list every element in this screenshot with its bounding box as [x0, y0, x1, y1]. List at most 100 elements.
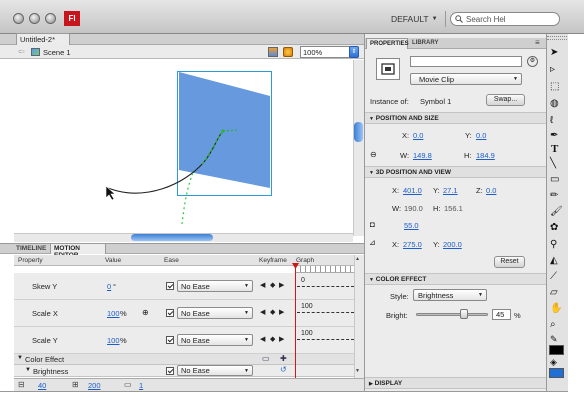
width-value[interactable]: 149.8	[413, 151, 432, 160]
brush-tool-icon[interactable]: 🖌	[550, 206, 563, 217]
next-keyframe-icon[interactable]: ▶	[279, 335, 284, 343]
perspective-value[interactable]: 55.0	[404, 221, 419, 230]
document-tab[interactable]: Untitled-2*	[16, 33, 70, 45]
pen-tool-icon[interactable]: ✒	[550, 130, 558, 141]
add-keyframe-icon[interactable]: ◆	[270, 335, 275, 343]
next-keyframe-icon[interactable]: ▶	[279, 308, 284, 316]
minimize-window-icon[interactable]	[29, 13, 40, 24]
ease-select[interactable]: No Ease ▼	[177, 334, 253, 346]
tab-motion-editor[interactable]: MOTION EDITOR	[50, 243, 106, 259]
lock-ratio-icon[interactable]: ⊖	[370, 150, 377, 159]
add-color-icon[interactable]: ✚	[280, 354, 287, 363]
prev-keyframe-icon[interactable]: ◀	[260, 335, 265, 343]
zoom-tool-icon[interactable]: ⌕	[550, 319, 556, 330]
tab-properties[interactable]: PROPERTIES	[366, 38, 409, 49]
property-value[interactable]: 100	[107, 336, 120, 345]
selection-tool-icon[interactable]: ➤	[550, 47, 558, 58]
graph-size-value[interactable]: 40	[38, 381, 46, 390]
ease-select[interactable]: No Ease ▼	[177, 307, 253, 319]
zoom-stepper-icon[interactable]: ⇕	[349, 46, 359, 58]
pos3d-x-value[interactable]: 401.0	[403, 186, 422, 195]
tab-library[interactable]: LIBRARY	[409, 38, 443, 49]
playhead[interactable]	[295, 264, 296, 378]
fill-color-swatch[interactable]	[549, 368, 564, 378]
stage-horizontal-scroll-thumb[interactable]	[131, 234, 213, 241]
prev-keyframe-icon[interactable]: ◀	[260, 281, 265, 289]
free-transform-tool-icon[interactable]: ⬚	[550, 81, 559, 92]
vanish-x-value[interactable]: 275.0	[403, 240, 422, 249]
section-header-color-effect[interactable]: ▼ COLOR EFFECT	[365, 273, 546, 285]
remove-color-icon[interactable]: ▭	[262, 354, 270, 363]
ease-select[interactable]: No Ease ▼	[177, 280, 253, 292]
add-keyframe-icon[interactable]: ◆	[270, 281, 275, 289]
stage-vertical-scrollbar[interactable]	[353, 60, 364, 236]
ease-checkbox[interactable]	[166, 367, 174, 375]
color-style-select[interactable]: Brightness ▼	[413, 289, 487, 301]
edit-symbol-icon[interactable]: ⚙	[527, 56, 538, 67]
property-value[interactable]: 100	[107, 309, 120, 318]
paint-bucket-tool-icon[interactable]: ◭	[550, 255, 558, 266]
3d-rotation-tool-icon[interactable]: ◍	[550, 98, 559, 109]
hand-tool-icon[interactable]: ✋	[550, 303, 562, 314]
pos-y-value[interactable]: 0.0	[476, 131, 486, 140]
ease-select[interactable]: No Ease ▼	[177, 365, 253, 376]
scroll-up-icon[interactable]: ▲	[355, 256, 360, 262]
property-category-color-effect[interactable]: ▼ Color Effect ▭ ✚	[14, 354, 354, 365]
section-header-3d-position[interactable]: ▼ 3D POSITION AND VIEW	[365, 166, 546, 178]
scroll-down-icon[interactable]: ▼	[355, 368, 360, 374]
eraser-tool-icon[interactable]: ▱	[550, 287, 558, 298]
rectangle-tool-icon[interactable]: ▭	[550, 174, 559, 185]
workspace-switcher[interactable]: DEFAULT ▼	[391, 13, 438, 25]
zoom-select[interactable]: 100%	[300, 46, 350, 58]
line-tool-icon[interactable]: ╲	[550, 158, 556, 169]
deco-tool-icon[interactable]: ✿	[550, 222, 558, 233]
search-help-field[interactable]: Search Hel	[450, 12, 560, 26]
brightness-slider-thumb[interactable]	[460, 309, 468, 319]
tab-timeline[interactable]: TIMELINE	[14, 244, 50, 254]
disclosure-triangle-icon[interactable]: ▼	[25, 367, 31, 373]
section-header-display[interactable]: ▶ DISPLAY	[365, 377, 546, 389]
swap-button[interactable]: Swap...	[486, 94, 525, 106]
ease-checkbox[interactable]	[166, 309, 174, 317]
tools-panel-grip[interactable]	[547, 36, 567, 40]
instance-behavior-select[interactable]: Movie Clip ▼	[410, 73, 522, 85]
pencil-tool-icon[interactable]: ✏	[550, 190, 558, 201]
add-keyframe-icon[interactable]: ◆	[270, 308, 275, 316]
brightness-slider-track[interactable]	[416, 313, 488, 316]
text-tool-icon[interactable]: T	[551, 143, 558, 155]
reset-button[interactable]: Reset	[494, 256, 525, 268]
ease-checkbox[interactable]	[166, 282, 174, 290]
stage-vertical-scroll-thumb[interactable]	[354, 122, 363, 142]
fill-color-icon[interactable]: ◈	[550, 357, 557, 368]
eyedropper-tool-icon[interactable]: ⟋	[550, 271, 557, 282]
pos-x-value[interactable]: 0.0	[413, 131, 423, 140]
pos3d-y-value[interactable]: 27.1	[443, 186, 458, 195]
edit-scene-icon[interactable]	[283, 47, 293, 57]
motion-editor-scrollbar[interactable]	[354, 255, 364, 378]
section-header-position-size[interactable]: ▼ POSITION AND SIZE	[365, 112, 546, 124]
back-arrow-icon[interactable]: ⇦	[18, 47, 25, 56]
zoom-window-icon[interactable]	[45, 13, 56, 24]
edit-symbols-icon[interactable]	[268, 47, 278, 57]
instance-name-field[interactable]	[410, 56, 522, 67]
stage[interactable]	[14, 60, 353, 236]
reset-values-icon[interactable]: ↺	[280, 365, 287, 374]
viewable-frames-value[interactable]: 1	[139, 381, 143, 390]
property-value[interactable]: 0	[107, 282, 111, 291]
panel-menu-icon[interactable]: ≡	[535, 38, 540, 47]
next-keyframe-icon[interactable]: ▶	[279, 281, 284, 289]
brightness-input[interactable]: 45	[492, 309, 511, 320]
vanish-y-value[interactable]: 200.0	[443, 240, 462, 249]
disclosure-triangle-icon[interactable]: ▼	[17, 355, 23, 361]
close-window-icon[interactable]	[13, 13, 24, 24]
link-values-icon[interactable]: ⊕	[142, 308, 149, 317]
lasso-tool-icon[interactable]: ℓ	[550, 115, 553, 126]
subselection-tool-icon[interactable]: ▹	[550, 64, 555, 75]
stroke-color-icon[interactable]: ✎	[550, 334, 558, 345]
ease-checkbox[interactable]	[166, 336, 174, 344]
bone-tool-icon[interactable]: ⚲	[550, 239, 557, 250]
height-value[interactable]: 184.9	[476, 151, 495, 160]
expanded-graph-size-value[interactable]: 200	[88, 381, 101, 390]
prev-keyframe-icon[interactable]: ◀	[260, 308, 265, 316]
stroke-color-swatch[interactable]	[549, 345, 564, 355]
